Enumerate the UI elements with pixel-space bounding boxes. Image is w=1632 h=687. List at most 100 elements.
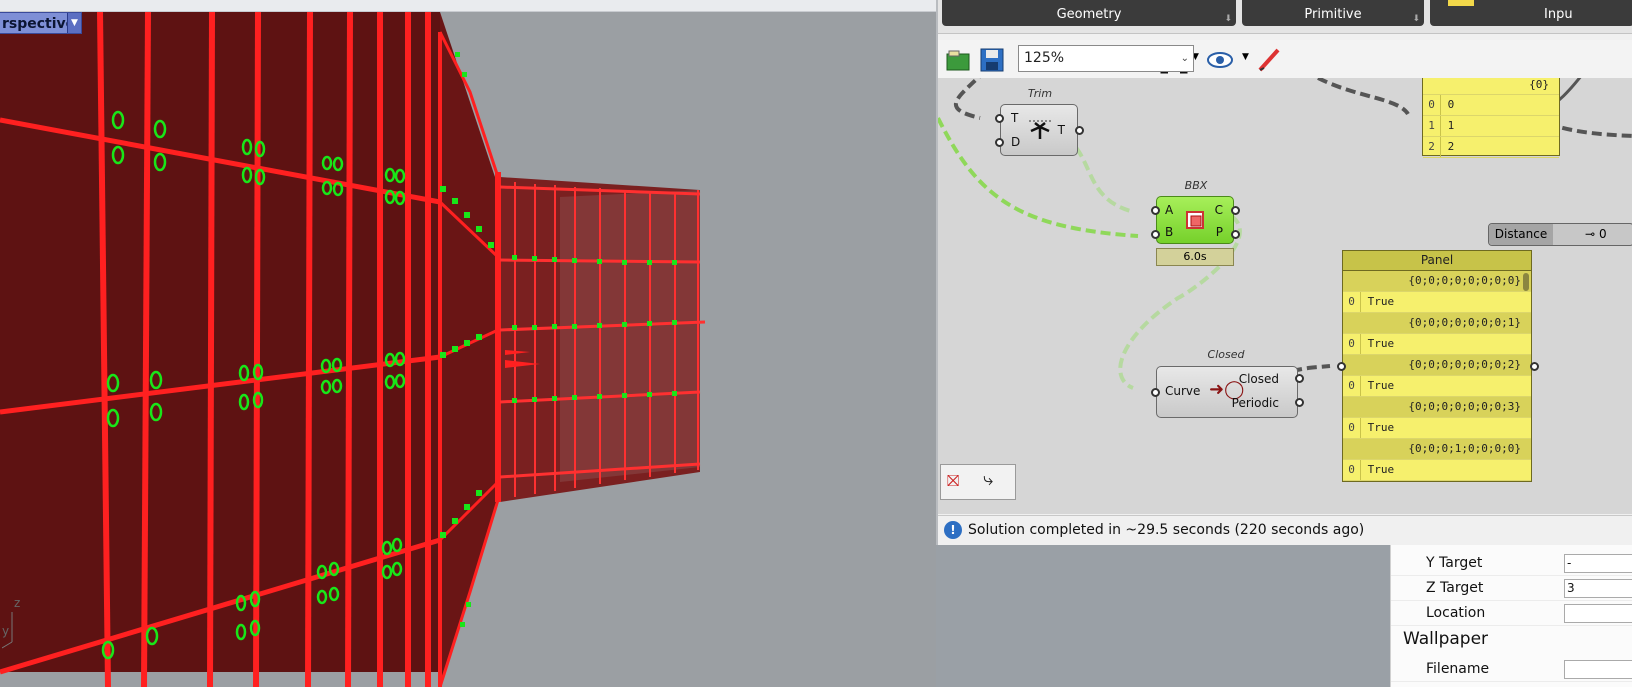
panel-path: {0;0;0;0;0;0;0;1} — [1343, 313, 1531, 334]
panel-path: {0;0;0;1;0;0;0;0} — [1343, 439, 1531, 460]
prop-label: Y Target — [1426, 555, 1483, 571]
grasshopper-canvas[interactable]: Trim T D T BBX A B C P 6.0s Closed Curve… — [938, 78, 1632, 514]
preview-eye-icon[interactable] — [1206, 46, 1234, 74]
component-ribbon: Geometry ⬇ Primitive ⬇ Inpu — [938, 0, 1632, 34]
panel-row: 0 True — [1343, 460, 1531, 481]
viewport-menu-arrow[interactable]: ▼ — [67, 13, 81, 33]
ribbon-group-label: Inpu — [1544, 7, 1573, 22]
trim-component[interactable]: T D T — [1000, 104, 1078, 156]
viewport-name-tab[interactable]: rspective ▼ — [0, 12, 82, 34]
z-target-field[interactable]: 3 — [1564, 579, 1632, 598]
closed-component[interactable]: Curve ➜◯ Closed Periodic — [1156, 366, 1298, 418]
expand-arrow-icon[interactable]: ⬇ — [1412, 10, 1420, 28]
bbx-pin[interactable] — [1151, 230, 1160, 239]
panel-row: 0 True — [1343, 292, 1531, 313]
bbx-title: BBX — [1184, 179, 1208, 192]
closed-pin[interactable] — [1151, 388, 1160, 397]
ribbon-group-geometry[interactable]: Geometry ⬇ — [942, 0, 1236, 26]
ribbon-group-label: Primitive — [1304, 7, 1362, 22]
undo-arrow-icon[interactable]: ⤷ — [983, 469, 993, 490]
chevron-down-icon[interactable]: ⌄ — [1181, 46, 1189, 71]
bbx-output-c: C — [1214, 203, 1223, 217]
prop-label: Filename — [1426, 661, 1490, 677]
closed-pin[interactable] — [1295, 398, 1304, 407]
ribbon-group-primitive[interactable]: Primitive ⬇ — [1242, 0, 1424, 26]
distance-value: 0 — [1599, 227, 1607, 241]
bbx-input-b: B — [1165, 225, 1174, 239]
closed-output-closed: Closed — [1238, 372, 1279, 386]
save-file-icon[interactable] — [978, 46, 1006, 74]
bbx-output-p: P — [1215, 225, 1223, 239]
panel-title: Panel — [1343, 251, 1531, 271]
filename-field[interactable] — [1564, 660, 1632, 679]
prop-label: Z Target — [1426, 580, 1484, 596]
viewport-title-strip — [0, 0, 936, 12]
axis-y-label: y — [2, 624, 10, 638]
bbx-pin[interactable] — [1151, 206, 1160, 215]
closed-title: Closed — [1207, 348, 1245, 361]
panel-path: {0;0;0;0;0;0;0;3} — [1343, 397, 1531, 418]
panel-pin[interactable] — [1530, 362, 1539, 371]
distance-slider[interactable]: Distance ⊸ 0 — [1488, 223, 1632, 246]
panel-row: 0 True — [1343, 334, 1531, 355]
trim-input-t: T — [1011, 111, 1019, 125]
slider-grip-icon[interactable]: ⊸ — [1585, 224, 1595, 245]
palm-tree-icon — [1029, 120, 1051, 139]
prop-y-target: Y Target - — [1391, 551, 1632, 576]
prop-filename: Filename — [1391, 657, 1632, 682]
closed-pin[interactable] — [1295, 374, 1304, 383]
distance-label: Distance — [1489, 224, 1553, 245]
bbx-input-a: A — [1165, 203, 1174, 217]
status-message: Solution completed in ~29.5 seconds (220… — [968, 522, 1365, 538]
output-panel[interactable]: Panel {0;0;0;0;0;0;0;0} 0 True {0;0;0;0;… — [1342, 250, 1532, 482]
canvas-bottom-tools: ⛝ ⤷ — [940, 464, 1016, 500]
closed-output-periodic: Periodic — [1231, 396, 1279, 410]
prop-label: Location — [1426, 605, 1486, 621]
status-bar: ! Solution completed in ~29.5 seconds (22… — [938, 515, 1632, 545]
screen: z y rspective ▼ Geometry ⬇ Primitive ⬇ I… — [0, 0, 1632, 687]
prop-z-target: Z Target 3 — [1391, 576, 1632, 601]
bbx-component[interactable]: A B C P — [1156, 196, 1234, 244]
trim-output-t: T — [1057, 123, 1065, 137]
wallpaper-heading: Wallpaper — [1403, 629, 1489, 649]
trim-pin[interactable] — [995, 114, 1004, 123]
panel-path: {0} — [1423, 78, 1559, 95]
prop-location: Location — [1391, 601, 1632, 626]
bbx-profiler: 6.0s — [1156, 248, 1234, 266]
bbx-pin[interactable] — [1231, 230, 1240, 239]
expand-arrow-icon[interactable]: ⬇ — [1224, 10, 1232, 28]
viewport-name-label: rspective — [2, 16, 76, 32]
panel-row: 0 0 — [1423, 95, 1559, 116]
panel-row: 1 1 — [1423, 116, 1559, 137]
trim-input-d: D — [1011, 135, 1021, 149]
properties-panel: Y Target - Z Target 3 Location Wallpaper… — [1390, 545, 1632, 687]
bbx-pin[interactable] — [1231, 206, 1240, 215]
ribbon-group-label: Geometry — [1056, 7, 1122, 22]
trim-pin[interactable] — [995, 138, 1004, 147]
bounding-box-icon — [1186, 211, 1204, 229]
closed-input-curve: Curve — [1165, 384, 1201, 398]
zoom-select[interactable]: 125% ⌄ — [1018, 45, 1194, 72]
viewport-geometry — [0, 12, 706, 687]
y-target-field[interactable]: - — [1564, 554, 1632, 573]
trim-title: Trim — [1027, 87, 1053, 100]
ribbon-swatch-yellow[interactable] — [1448, 0, 1474, 6]
top-panel[interactable]: {0} 0 0 1 1 2 2 — [1422, 78, 1560, 158]
panel-row: 0 True — [1343, 376, 1531, 397]
panel-path: {0;0;0;0;0;0;0;0} — [1343, 271, 1531, 292]
panel-row: 0 True — [1343, 418, 1531, 439]
axis-z-label: z — [14, 596, 21, 610]
panel-path: {0;0;0;0;0;0;0;2} — [1343, 355, 1531, 376]
trim-pin[interactable] — [1075, 126, 1084, 135]
dropdown-chevron-icon[interactable]: ▼ — [1242, 52, 1249, 62]
remove-disabled-icon[interactable]: ⛝ — [947, 471, 959, 491]
grasshopper-window: Geometry ⬇ Primitive ⬇ Inpu ▼ ▼ 125% ⌄ T… — [936, 0, 1632, 545]
sketch-pen-icon[interactable] — [1256, 46, 1284, 74]
open-file-icon[interactable] — [944, 46, 972, 74]
panel-pin[interactable] — [1337, 362, 1346, 371]
panel-row: 2 2 — [1423, 137, 1559, 158]
rhino-perspective-viewport[interactable]: z y — [0, 12, 936, 687]
info-icon: ! — [944, 521, 962, 539]
location-field[interactable] — [1564, 604, 1632, 623]
panel-scrollbar[interactable] — [1523, 273, 1529, 291]
